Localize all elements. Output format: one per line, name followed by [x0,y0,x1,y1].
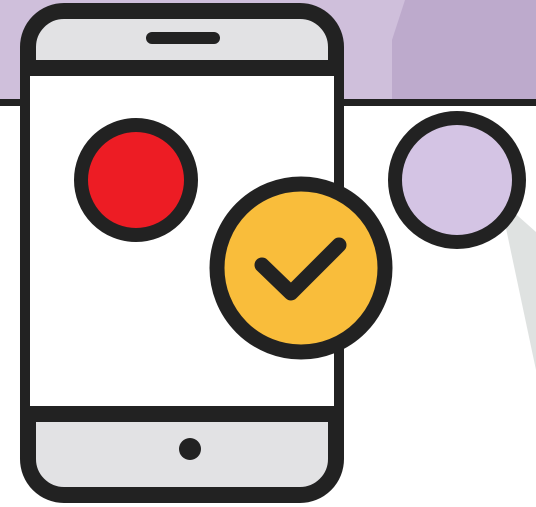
purple-dot [388,111,526,249]
badge-circle [209,176,393,360]
checkmark-badge [209,176,393,360]
illustration [0,0,536,507]
banner-shape [392,0,536,100]
phone-home-button [179,438,201,460]
red-dot [74,118,198,242]
phone-illustration [0,0,536,503]
